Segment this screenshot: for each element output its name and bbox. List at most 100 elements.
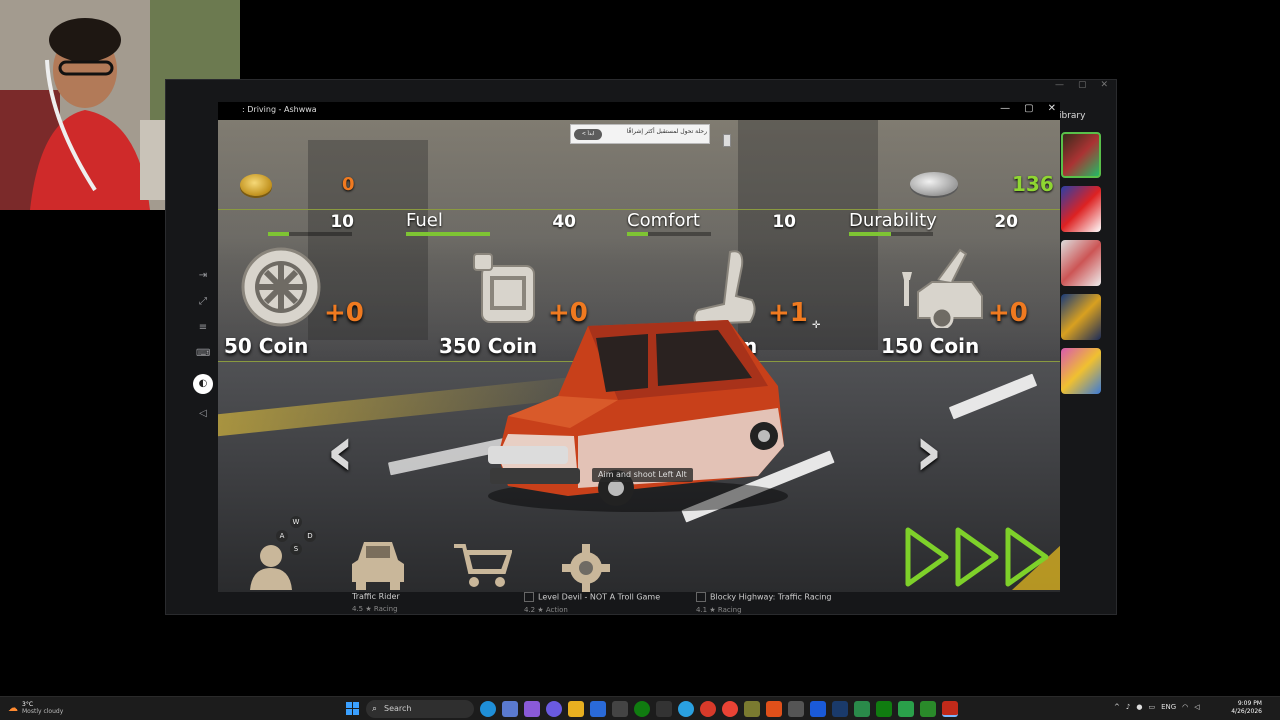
- fuel-stat-value: 40: [552, 212, 576, 232]
- rating: 4.2: [524, 606, 536, 614]
- keyboard-icon[interactable]: ⌨: [196, 348, 210, 360]
- fuel-stat-bar: [406, 232, 490, 236]
- weather-icon: ☁: [8, 702, 18, 714]
- windows-start-icon[interactable]: [346, 702, 359, 715]
- chrome-icon[interactable]: [700, 701, 716, 717]
- app-icon[interactable]: [612, 701, 628, 717]
- microphone-icon[interactable]: ●: [1136, 703, 1142, 711]
- clock[interactable]: 9:09 PM 4/26/2026: [1228, 700, 1262, 716]
- library-thumbnail[interactable]: [1061, 132, 1101, 178]
- sliders-icon[interactable]: ≡: [196, 322, 210, 334]
- search-icon: ⌕: [372, 704, 378, 714]
- search-label: Search: [384, 704, 412, 713]
- rating: 4.1: [696, 606, 708, 614]
- app-icon[interactable]: [744, 701, 760, 717]
- launcher-maximize-button[interactable]: ▢: [1078, 80, 1087, 94]
- mouse-cursor: ✛: [812, 320, 821, 331]
- game-card[interactable]: Blocky Highway: Traffic Racing 4.1 ★ Rac…: [696, 592, 868, 614]
- language-indicator[interactable]: ENG: [1161, 703, 1176, 711]
- chevron-up-icon[interactable]: ^: [1114, 703, 1120, 711]
- library-thumbnail[interactable]: [1061, 240, 1101, 286]
- copilot-icon[interactable]: [524, 701, 540, 717]
- battery-icon[interactable]: ▭: [1148, 703, 1155, 711]
- obs-icon[interactable]: [656, 701, 672, 717]
- ad-banner[interactable]: < ‏ابدأ رحلة تحول لمستقبل أكثر إشراقًا: [570, 124, 710, 144]
- close-button[interactable]: ✕: [1048, 103, 1056, 114]
- garage-car-icon[interactable]: [348, 536, 408, 592]
- expand-icon[interactable]: ⤢: [196, 296, 210, 308]
- game-title: Blocky Highway: Traffic Racing: [710, 592, 832, 602]
- launcher-minimize-button[interactable]: —: [1055, 80, 1064, 94]
- emulator-icon[interactable]: [942, 701, 958, 717]
- volume-icon[interactable]: ◁: [1194, 703, 1199, 711]
- file-explorer-icon[interactable]: [568, 701, 584, 717]
- durability-stat-bar-fill: [849, 232, 891, 236]
- game-card[interactable]: Level Devil - NOT A Troll Game 4.2 ★ Act…: [524, 592, 696, 614]
- repair-car-icon: [902, 248, 983, 328]
- shop-cart-icon[interactable]: [452, 542, 512, 590]
- mail-icon[interactable]: [502, 701, 518, 717]
- minimize-button[interactable]: —: [1000, 103, 1010, 114]
- library-thumbnail[interactable]: [1061, 348, 1101, 394]
- settings-gear-icon[interactable]: [562, 544, 610, 592]
- upgrade-tire[interactable]: +0 50 Coin: [224, 244, 428, 360]
- gold-coin-icon: [240, 174, 272, 196]
- key-w[interactable]: W: [290, 516, 302, 528]
- key-d[interactable]: D: [304, 530, 316, 542]
- temperature: 3°C: [22, 701, 34, 708]
- controller-icon[interactable]: ◐: [193, 374, 213, 394]
- chrome-icon[interactable]: [722, 701, 738, 717]
- ad-info-icon[interactable]: [723, 134, 731, 147]
- game-list: Traffic Rider 4.5 ★ Racing Level Devil -…: [352, 592, 868, 614]
- app-icon: [524, 592, 534, 602]
- xbox-icon[interactable]: [634, 701, 650, 717]
- speaker-icon[interactable]: ♪: [1126, 703, 1130, 711]
- taskbar-search[interactable]: ⌕ Search: [366, 700, 474, 718]
- app-icon[interactable]: [898, 701, 914, 717]
- taskbar: ☁ 3°C Mostly cloudy ⌕ Search ^ ♪ ● ▭ ENG…: [0, 696, 1280, 720]
- steam-icon[interactable]: [832, 701, 848, 717]
- ad-cta-button[interactable]: < ‏ابدأ: [574, 129, 602, 140]
- game-card[interactable]: Traffic Rider 4.5 ★ Racing: [352, 592, 524, 614]
- fuel-stat-label: Fuel: [406, 210, 443, 231]
- notepad-icon[interactable]: [590, 701, 606, 717]
- wheel-icon: [241, 247, 321, 327]
- edge-icon[interactable]: [480, 701, 496, 717]
- brave-icon[interactable]: [766, 701, 782, 717]
- start-race-button[interactable]: [902, 524, 1060, 590]
- genre: Racing: [373, 605, 398, 613]
- control-hint-tooltip: Aim and shoot Left Alt: [592, 468, 693, 482]
- library-thumbnail[interactable]: [1061, 186, 1101, 232]
- library-thumbnail[interactable]: [1061, 294, 1101, 340]
- wifi-icon[interactable]: ◠: [1182, 703, 1188, 711]
- app-icon[interactable]: [788, 701, 804, 717]
- window-controls: — ▢ ✕: [1000, 103, 1056, 114]
- maximize-button[interactable]: ▢: [1024, 103, 1033, 114]
- xbox-app-icon[interactable]: [876, 701, 892, 717]
- volume-icon[interactable]: ◁: [196, 408, 210, 420]
- sign-in-icon[interactable]: ⇥: [196, 270, 210, 282]
- launcher-sidebar: ⇥ ⤢ ≡ ⌨ ◐ ◁: [188, 270, 218, 420]
- next-car-button[interactable]: ›: [914, 416, 943, 486]
- launcher-close-button[interactable]: ✕: [1100, 80, 1108, 94]
- gold-coin-count: 0: [342, 174, 355, 195]
- fuel-stat-bar-fill: [406, 232, 490, 236]
- weather-widget[interactable]: ☁ 3°C Mostly cloudy: [8, 701, 63, 715]
- comfort-stat-bar-fill: [627, 232, 648, 236]
- upgrade-durability[interactable]: +0 150 Coin: [881, 244, 1052, 360]
- game-meta: 4.1 ★ Racing: [696, 606, 742, 614]
- car-model: [488, 320, 788, 512]
- system-tray: ^ ♪ ● ▭ ENG ◠ ◁: [1114, 703, 1200, 711]
- app-icon[interactable]: [854, 701, 870, 717]
- telegram-icon[interactable]: [678, 701, 694, 717]
- discord-icon[interactable]: [546, 701, 562, 717]
- library-label[interactable]: ibrary: [1059, 111, 1085, 121]
- previous-car-button[interactable]: ‹: [326, 416, 355, 486]
- game-viewport[interactable]: < ‏ابدأ رحلة تحول لمستقبل أكثر إشراقًا 0…: [218, 120, 1060, 592]
- app-icon: [696, 592, 706, 602]
- app-icon[interactable]: [810, 701, 826, 717]
- ad-text: رحلة تحول لمستقبل أكثر إشراقًا: [626, 128, 707, 135]
- app-icon[interactable]: [920, 701, 936, 717]
- upgrade-bonus: +0: [988, 298, 1028, 328]
- profile-icon[interactable]: [246, 540, 296, 590]
